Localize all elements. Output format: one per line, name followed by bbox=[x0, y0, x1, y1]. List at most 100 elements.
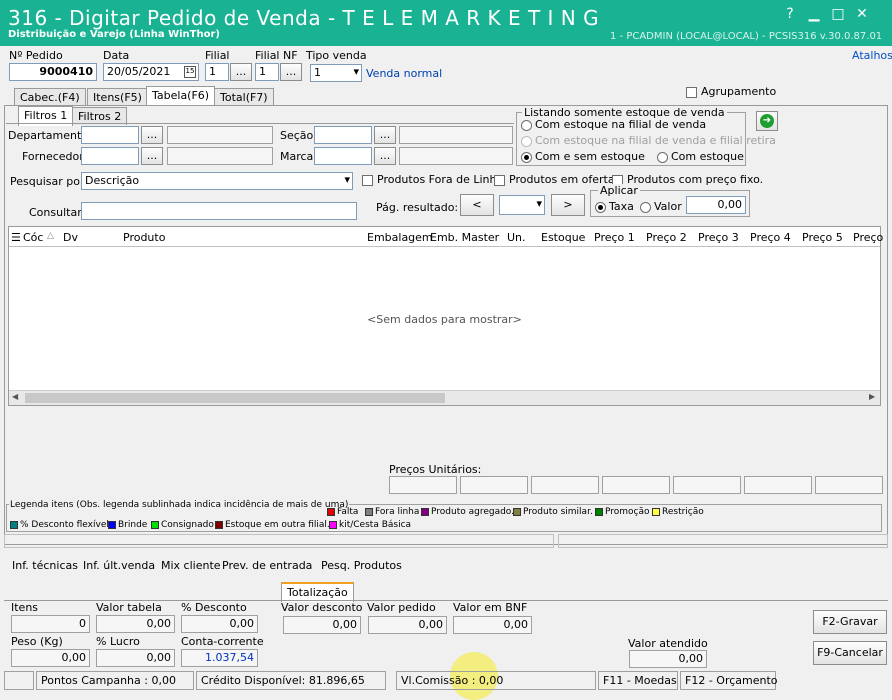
col-preco5[interactable]: Preço 5 bbox=[802, 231, 843, 244]
col-preco3[interactable]: Preço 3 bbox=[698, 231, 739, 244]
legend-agregado: Produto agregado. bbox=[421, 507, 514, 517]
minimize-icon[interactable]: ▁ bbox=[806, 6, 822, 22]
col-embalagem[interactable]: Embalagem bbox=[367, 231, 433, 244]
scroll-thumb[interactable] bbox=[25, 393, 445, 403]
grid-empty-message: <Sem dados para mostrar> bbox=[367, 313, 522, 326]
tab-total[interactable]: Total(F7) bbox=[214, 88, 274, 106]
mix-cliente-link[interactable]: Mix cliente bbox=[161, 559, 221, 572]
inf-tecnicas-link[interactable]: Inf. técnicas bbox=[12, 559, 78, 572]
secao-search-button[interactable]: ... bbox=[374, 126, 396, 144]
lucro-label: % Lucro bbox=[96, 635, 140, 648]
estoque-option1[interactable]: Com estoque na filial de venda bbox=[521, 118, 706, 131]
col-preco1[interactable]: Preço 1 bbox=[594, 231, 635, 244]
legend-label: Promoção bbox=[605, 507, 650, 517]
col-estoque[interactable]: Estoque bbox=[541, 231, 585, 244]
legend-swatch bbox=[652, 507, 660, 516]
filial-field[interactable]: 1 bbox=[205, 63, 229, 81]
fornecedor-search-button[interactable]: ... bbox=[141, 147, 163, 165]
filial-label: Filial bbox=[205, 49, 230, 62]
taxa-radio[interactable]: Taxa bbox=[595, 200, 634, 213]
taxa-label: Taxa bbox=[609, 200, 634, 213]
col-produto[interactable]: Produto bbox=[123, 231, 165, 244]
radio-selected-icon bbox=[595, 201, 606, 213]
prev-entrada-link[interactable]: Prev. de entrada bbox=[222, 559, 312, 572]
pag-resultado-label: Pág. resultado: bbox=[376, 201, 459, 214]
fornecedor-field[interactable] bbox=[81, 147, 139, 165]
secao-field[interactable] bbox=[314, 126, 372, 144]
prev-page-button[interactable]: < bbox=[460, 194, 494, 216]
legend-label: Produto similar. bbox=[523, 507, 593, 517]
consultar-label: Consultar bbox=[29, 206, 82, 219]
legend-label: Estoque em outra filial. bbox=[225, 520, 330, 530]
agrupamento-checkbox[interactable]: Agrupamento bbox=[686, 85, 776, 98]
pedido-field[interactable]: 9000410 bbox=[9, 63, 97, 81]
aplicar-value-field[interactable]: 0,00 bbox=[686, 196, 746, 214]
products-grid[interactable]: ☰ Cóc △ Dv Produto Embalagem Emb. Master… bbox=[8, 226, 883, 406]
status-line-right bbox=[558, 534, 888, 548]
maximize-icon[interactable]: □ bbox=[830, 6, 846, 22]
departamento-field[interactable] bbox=[81, 126, 139, 144]
status-credito: Crédito Disponível: 81.896,65 bbox=[196, 671, 386, 690]
fora-linha-checkbox[interactable]: Produtos Fora de Linha bbox=[362, 173, 503, 186]
data-label: Data bbox=[103, 49, 130, 62]
departamento-search-button[interactable]: ... bbox=[141, 126, 163, 144]
grid-menu-icon[interactable]: ☰ bbox=[11, 231, 21, 244]
estoque-option3[interactable]: Com e sem estoque bbox=[521, 150, 645, 163]
tab-itens[interactable]: Itens(F5) bbox=[87, 88, 148, 106]
col-codigo[interactable]: Cóc bbox=[23, 231, 43, 244]
next-page-button[interactable]: > bbox=[551, 194, 585, 216]
valor-label: Valor bbox=[654, 200, 682, 213]
inf-ult-venda-link[interactable]: Inf. últ.venda bbox=[83, 559, 155, 572]
tab-cabec[interactable]: Cabec.(F4) bbox=[14, 88, 86, 106]
estoque-option2-label: Com estoque na filial de venda e filial … bbox=[535, 134, 776, 147]
valor-radio[interactable]: Valor bbox=[640, 200, 682, 213]
radio-icon bbox=[657, 151, 668, 163]
page-select[interactable]: ▾ bbox=[499, 195, 545, 215]
subtab-divider bbox=[6, 123, 514, 124]
chevron-down-icon: ▾ bbox=[353, 65, 359, 78]
col-dv[interactable]: Dv bbox=[63, 231, 78, 244]
pesquisar-select[interactable]: Descrição ▾ bbox=[81, 172, 353, 190]
filialnf-field[interactable]: 1 bbox=[255, 63, 279, 81]
atalhos-link[interactable]: Atalhos bbox=[852, 49, 892, 62]
arrow-right-icon: ➜ bbox=[760, 114, 774, 128]
filial-search-button[interactable]: ... bbox=[230, 63, 252, 81]
preco-fixo-label: Produtos com preço fixo. bbox=[627, 173, 764, 186]
search-go-button[interactable]: ➜ bbox=[756, 111, 778, 131]
radio-icon bbox=[640, 201, 651, 213]
consultar-input[interactable] bbox=[81, 202, 357, 220]
legend-swatch bbox=[108, 520, 116, 529]
valor-desconto-field: 0,00 bbox=[283, 616, 361, 634]
col-preco6[interactable]: Preço bbox=[853, 231, 883, 244]
filialnf-search-button[interactable]: ... bbox=[280, 63, 302, 81]
valor-tabela-label: Valor tabela bbox=[96, 601, 162, 614]
tipovenda-select[interactable]: 1 ▾ bbox=[310, 64, 362, 82]
close-icon[interactable]: ✕ bbox=[854, 6, 870, 22]
tipovenda-label: Tipo venda bbox=[306, 49, 367, 62]
tab-totalizacao[interactable]: Totalização bbox=[281, 582, 354, 602]
col-preco4[interactable]: Preço 4 bbox=[750, 231, 791, 244]
estoque-option3-label: Com e sem estoque bbox=[535, 150, 645, 163]
status-comissao: Vl.Comissão : 0,00 bbox=[396, 671, 596, 690]
marca-search-button[interactable]: ... bbox=[374, 147, 396, 165]
status-orcamento[interactable]: F12 - Orçamento bbox=[680, 671, 778, 690]
tipovenda-desc: Venda normal bbox=[366, 67, 443, 80]
checkbox-icon bbox=[686, 86, 697, 98]
col-un[interactable]: Un. bbox=[507, 231, 526, 244]
tab-tabela[interactable]: Tabela(F6) bbox=[146, 86, 216, 106]
col-preco2[interactable]: Preço 2 bbox=[646, 231, 687, 244]
scroll-left-icon[interactable]: ◀ bbox=[12, 392, 18, 401]
marca-field[interactable] bbox=[314, 147, 372, 165]
departamento-desc bbox=[167, 126, 273, 144]
pesq-produtos-link[interactable]: Pesq. Produtos bbox=[321, 559, 402, 572]
help-icon[interactable]: ? bbox=[782, 6, 798, 22]
col-emb-master[interactable]: Emb. Master bbox=[430, 231, 499, 244]
gravar-button[interactable]: F2-Gravar bbox=[813, 610, 887, 634]
grid-hscrollbar[interactable]: ◀ ▶ bbox=[9, 390, 880, 405]
scroll-right-icon[interactable]: ▶ bbox=[869, 392, 875, 401]
legend-similar: Produto similar. bbox=[513, 507, 593, 517]
calendar-icon[interactable]: 15 bbox=[184, 66, 196, 78]
cancelar-button[interactable]: F9-Cancelar bbox=[813, 641, 887, 665]
estoque-option4[interactable]: Com estoque bbox=[657, 150, 744, 163]
status-moedas[interactable]: F11 - Moedas bbox=[598, 671, 678, 690]
